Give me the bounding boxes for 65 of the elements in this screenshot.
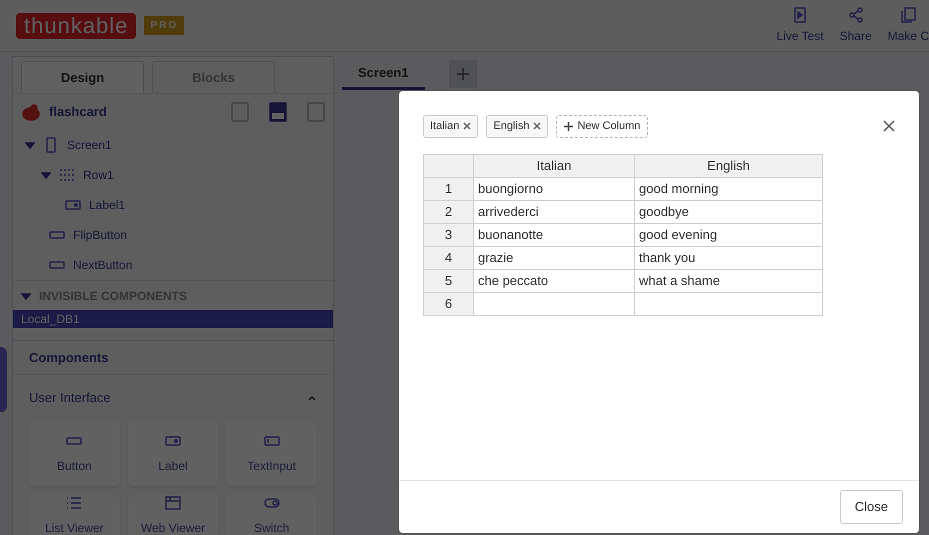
column-header: English [634,154,822,177]
table-cell[interactable]: goodbye [634,200,822,223]
layout-icon[interactable] [231,102,249,122]
tree-item[interactable]: Row1 [83,166,114,184]
close-icon [533,122,542,130]
table-cell[interactable]: che peccato [474,269,634,292]
table-cell[interactable]: good morning [634,177,822,200]
add-screen-button[interactable] [448,60,477,88]
list-icon [66,495,82,511]
table-cell[interactable] [474,292,634,315]
caret-down-icon[interactable] [41,170,51,180]
column-chip[interactable]: English [486,115,548,138]
plus-icon [456,67,470,81]
caret-down-icon[interactable] [25,140,35,150]
component-tile[interactable]: TextInput [226,421,317,486]
close-icon [463,122,472,130]
tree-item[interactable]: NextButton [73,256,132,274]
mascot-icon [21,103,41,121]
table-cell[interactable]: thank you [634,246,822,269]
toolbar-button[interactable]: Live Test [776,26,824,44]
row-number: 2 [424,200,474,223]
toolbar-button[interactable]: Share [840,26,872,44]
plan-badge: PRO [144,16,184,35]
side-handle[interactable] [0,347,7,412]
table-cell[interactable] [634,292,822,315]
tree-item[interactable]: Screen1 [67,136,112,154]
logo[interactable]: thunkable [16,12,136,38]
component-tile[interactable]: Web Viewer [128,494,218,535]
row-icon [59,167,75,183]
share-icon [848,6,864,22]
table-cell[interactable]: buonanotte [474,223,634,246]
tree-item[interactable]: Label1 [89,196,126,214]
row-number: 4 [424,246,474,269]
component-tile[interactable]: Switch [226,494,317,535]
copy-icon [900,6,916,22]
table-cell[interactable]: buongiorno [474,177,634,200]
layout-icon[interactable] [307,102,325,122]
panel-title: Components [29,348,108,367]
component-tile[interactable]: Button [29,421,120,486]
table-cell[interactable]: grazie [474,246,634,269]
component-tile[interactable]: Label [128,421,218,486]
close-icon[interactable] [883,120,895,132]
tree-item[interactable]: Local_DB1 [13,310,333,328]
table-cell[interactable]: what a shame [634,269,822,292]
layout-icon[interactable] [269,102,287,122]
column-chip[interactable]: Italian [423,115,478,138]
play-screen-icon [792,6,808,22]
close-button[interactable]: Close [840,490,903,524]
row-number: 1 [424,177,474,200]
header-cell [424,154,474,177]
browser-icon [164,495,181,511]
project-name: flashcard [49,103,108,122]
row-number: 5 [424,269,474,292]
row-number: 6 [424,292,474,315]
new-column-button[interactable]: New Column [556,115,648,138]
section-title[interactable]: User Interface [29,388,111,408]
component-tile[interactable]: List Viewer [29,494,120,535]
column-header: Italian [474,154,634,177]
table-cell[interactable]: good evening [634,223,822,246]
row-number: 3 [424,223,474,246]
toolbar-button[interactable]: Make C [888,26,929,44]
plus-icon [564,122,574,131]
editor-tab[interactable]: Design [21,61,144,93]
tree-item[interactable]: FlipButton [73,226,128,244]
table-cell[interactable]: arrivederci [474,200,634,223]
